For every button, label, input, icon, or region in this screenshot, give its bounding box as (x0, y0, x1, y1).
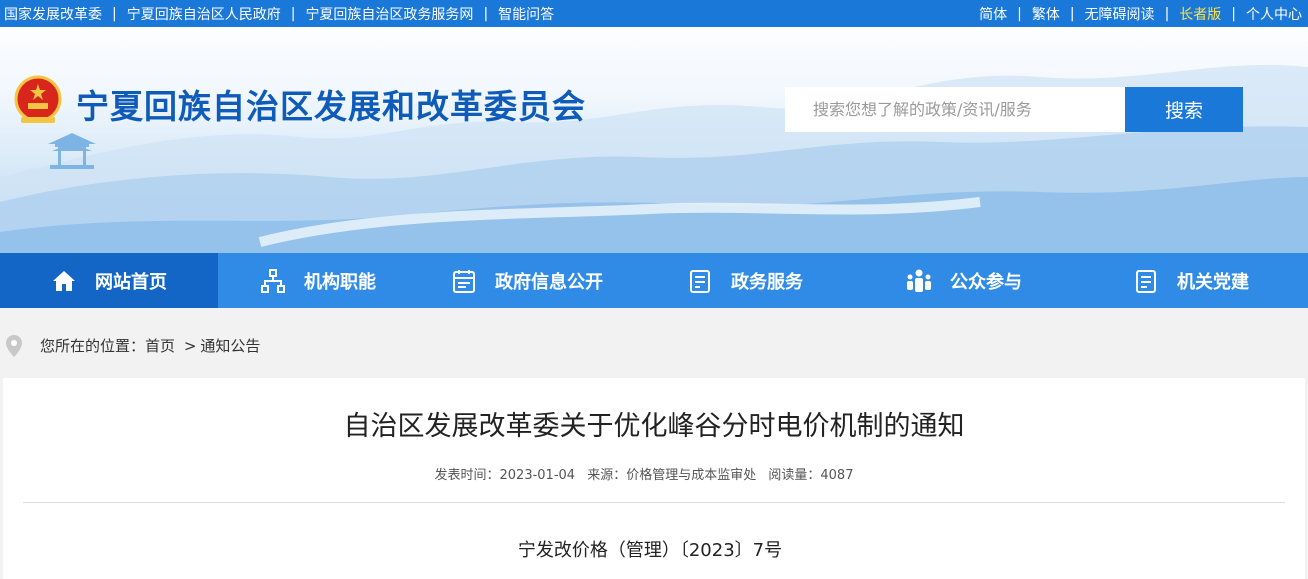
separator: | (483, 5, 489, 22)
service-doc-icon (690, 269, 710, 293)
top-links: 国家发展改革委 | 宁夏回族自治区人民政府 | 宁夏回族自治区政务服务网 | 智… (4, 0, 554, 27)
nav-gov-services[interactable]: 政务服务 (636, 253, 854, 308)
nav-label: 政府信息公开 (495, 271, 603, 293)
traditional-link[interactable]: 繁体 (1032, 4, 1060, 24)
article-source: 来源：价格管理与成本监审处 (587, 468, 757, 483)
document-number: 宁发改价格（管理）〔2023〕7号 (517, 540, 783, 561)
landscape-background (0, 64, 1308, 253)
breadcrumb-home-link[interactable]: 首页 (145, 337, 175, 355)
people-icon (907, 269, 931, 292)
article-card: 自治区发展改革委关于优化峰谷分时电价机制的通知 发表时间：2023-01-04 … (3, 378, 1305, 579)
elder-mode-link[interactable]: 长者版 (1179, 4, 1221, 24)
header-banner: 宁夏回族自治区发展和改革委员会 搜索 (0, 27, 1308, 253)
publish-time: 发表时间：2023-01-04 (434, 468, 576, 483)
read-count: 阅读量：4087 (768, 468, 854, 483)
link-ndrc[interactable]: 国家发展改革委 (4, 4, 102, 24)
breadcrumb-prefix: 您所在的位置： (40, 337, 146, 355)
nav-organization[interactable]: 机构职能 (218, 253, 418, 308)
org-chart-icon (261, 268, 285, 293)
separator: | (290, 5, 296, 22)
breadcrumb-text: 您所在的位置：首页 > 通知公告 (40, 335, 260, 356)
party-doc-icon (1136, 269, 1156, 293)
breadcrumb-separator: > (183, 337, 197, 355)
main-nav: 网站首页 机构职能 政府信息公开 政务服务 公众参与 机关党建 (0, 253, 1308, 308)
article-title: 自治区发展改革委关于优化峰谷分时电价机制的通知 (343, 411, 965, 442)
nav-public-participation[interactable]: 公众参与 (854, 253, 1074, 308)
separator: | (112, 5, 117, 22)
site-title: 宁夏回族自治区发展和改革委员会 (76, 87, 586, 126)
nav-label: 政务服务 (731, 271, 803, 293)
link-gov-service[interactable]: 宁夏回族自治区政务服务网 (305, 4, 473, 24)
divider (23, 502, 1285, 503)
nav-label: 网站首页 (95, 271, 167, 293)
separator: | (1017, 5, 1022, 22)
separator: | (1231, 5, 1236, 22)
link-smart-qa[interactable]: 智能问答 (498, 4, 554, 24)
national-emblem-icon (14, 75, 62, 123)
top-bar: 国家发展改革委 | 宁夏回族自治区人民政府 | 宁夏回族自治区政务服务网 | 智… (0, 0, 1308, 27)
home-icon (53, 270, 75, 291)
separator: | (1069, 5, 1075, 22)
nav-label: 机关党建 (1177, 271, 1249, 293)
nav-gov-info[interactable]: 政府信息公开 (418, 253, 636, 308)
article-meta: 发表时间：2023-01-04 来源：价格管理与成本监审处 阅读量：4087 (3, 464, 1285, 483)
link-nx-gov[interactable]: 宁夏回族自治区人民政府 (127, 4, 281, 24)
top-tools: 简体 | 繁体 | 无障碍阅读 | 长者版 | 个人中心 (979, 0, 1302, 27)
simplified-link[interactable]: 简体 (979, 4, 1007, 24)
search-input[interactable] (785, 87, 1125, 132)
nav-label: 机构职能 (304, 271, 376, 293)
user-center-link[interactable]: 个人中心 (1246, 4, 1302, 24)
breadcrumb-current-link[interactable]: 通知公告 (200, 337, 260, 355)
separator: | (1164, 5, 1170, 22)
location-pin-icon (6, 335, 22, 357)
search-button[interactable]: 搜索 (1125, 87, 1243, 132)
nav-label: 公众参与 (950, 271, 1022, 293)
nav-party-building[interactable]: 机关党建 (1074, 253, 1308, 308)
calendar-doc-icon (453, 269, 475, 293)
nav-home[interactable]: 网站首页 (0, 253, 218, 308)
accessibility-link[interactable]: 无障碍阅读 (1085, 4, 1155, 24)
